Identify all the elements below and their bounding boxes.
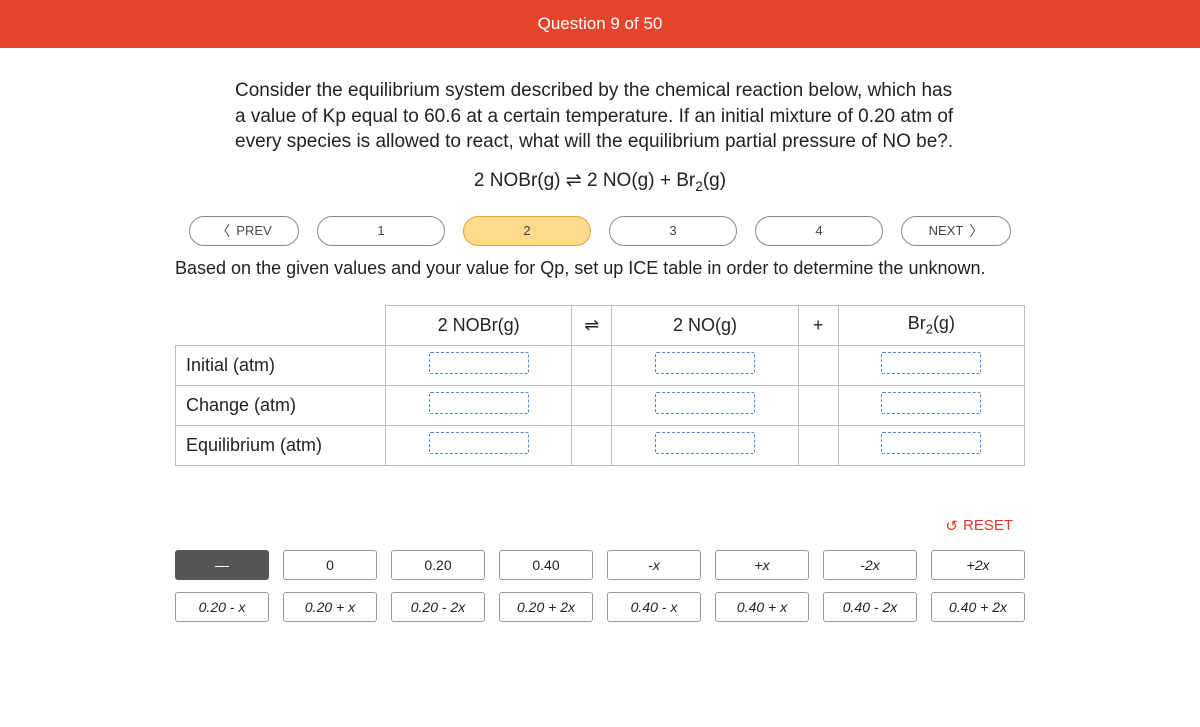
question-prompt: Consider the equilibrium system describe…	[175, 78, 1025, 155]
ice-spacer	[572, 345, 612, 385]
step-navigation: 〈 PREV 1 2 3 4 NEXT 〉	[175, 216, 1025, 246]
tile-minus-2x[interactable]: -2x	[823, 550, 917, 580]
drop-slot[interactable]	[429, 392, 529, 414]
ice-table: 2 NOBr(g) ⇌ 2 NO(g) + Br2(g) Initial (at…	[175, 305, 1025, 466]
ice-op-eq: ⇌	[572, 305, 612, 345]
eq-left: 2 NOBr(g)	[474, 170, 561, 191]
question-header: Question 9 of 50	[0, 0, 1200, 48]
ice-row-change-label: Change (atm)	[176, 385, 386, 425]
chevron-right-icon: 〉	[969, 221, 983, 241]
tile-0[interactable]: 0	[283, 550, 377, 580]
tile-020[interactable]: 0.20	[391, 550, 485, 580]
ice-spacer	[572, 385, 612, 425]
ice-row-equilibrium-label: Equilibrium (atm)	[176, 425, 386, 465]
tiles-row-1: — 0 0.20 0.40 -x +x -2x +2x	[175, 550, 1025, 580]
tile-040-plus-x[interactable]: 0.40 + x	[715, 592, 809, 622]
drop-slot[interactable]	[429, 432, 529, 454]
ice-cell[interactable]	[386, 425, 572, 465]
tiles-row-2: 0.20 - x 0.20 + x 0.20 - 2x 0.20 + 2x 0.…	[175, 592, 1025, 622]
tile-040[interactable]: 0.40	[499, 550, 593, 580]
reset-button[interactable]: ↺ RESET	[939, 516, 1019, 536]
ice-op-plus: +	[798, 305, 838, 345]
eq-right-b: (g)	[703, 170, 726, 191]
ice-corner	[176, 305, 386, 345]
ice-spacer	[798, 385, 838, 425]
content-area: Consider the equilibrium system describe…	[0, 48, 1200, 642]
eq-right-a: 2 NO(g) + Br	[587, 170, 695, 191]
tile-040-plus-2x[interactable]: 0.40 + 2x	[931, 592, 1025, 622]
ice-cell[interactable]	[838, 345, 1024, 385]
chevron-left-icon: 〈	[216, 221, 230, 241]
step-2[interactable]: 2	[463, 216, 591, 246]
tile-dash[interactable]: —	[175, 550, 269, 580]
ice-cell[interactable]	[386, 345, 572, 385]
ice-cell[interactable]	[612, 345, 798, 385]
reaction-equation: 2 NOBr(g) ⇌ 2 NO(g) + Br2(g)	[175, 169, 1025, 194]
ice-spacer	[798, 425, 838, 465]
drop-slot[interactable]	[429, 352, 529, 374]
tile-020-plus-2x[interactable]: 0.20 + 2x	[499, 592, 593, 622]
drop-slot[interactable]	[655, 352, 755, 374]
ice-col-nobr: 2 NOBr(g)	[386, 305, 572, 345]
drop-slot[interactable]	[881, 352, 981, 374]
step-instruction: Based on the given values and your value…	[175, 258, 1025, 279]
drop-slot[interactable]	[655, 392, 755, 414]
step-3[interactable]: 3	[609, 216, 737, 246]
tile-040-minus-x[interactable]: 0.40 - x	[607, 592, 701, 622]
ice-row-initial-label: Initial (atm)	[176, 345, 386, 385]
ice-spacer	[798, 345, 838, 385]
ice-cell[interactable]	[838, 425, 1024, 465]
drop-slot[interactable]	[881, 432, 981, 454]
prev-button[interactable]: 〈 PREV	[189, 216, 299, 246]
ice-cell[interactable]	[612, 425, 798, 465]
question-counter: Question 9 of 50	[538, 14, 663, 33]
step-1[interactable]: 1	[317, 216, 445, 246]
next-label: NEXT	[929, 223, 964, 238]
next-button[interactable]: NEXT 〉	[901, 216, 1011, 246]
prev-label: PREV	[236, 223, 271, 238]
tile-020-plus-x[interactable]: 0.20 + x	[283, 592, 377, 622]
reset-icon: ↺	[945, 517, 958, 535]
ice-col-br2: Br2(g)	[838, 305, 1024, 345]
tile-plus-x[interactable]: +x	[715, 550, 809, 580]
tile-020-minus-2x[interactable]: 0.20 - 2x	[391, 592, 485, 622]
drop-slot[interactable]	[881, 392, 981, 414]
answer-tiles-area: ↺ RESET — 0 0.20 0.40 -x +x -2x +2x 0.20…	[175, 516, 1025, 622]
tile-020-minus-x[interactable]: 0.20 - x	[175, 592, 269, 622]
ice-cell[interactable]	[386, 385, 572, 425]
tile-040-minus-2x[interactable]: 0.40 - 2x	[823, 592, 917, 622]
eq-sub: 2	[695, 179, 703, 194]
drop-slot[interactable]	[655, 432, 755, 454]
ice-cell[interactable]	[838, 385, 1024, 425]
ice-spacer	[572, 425, 612, 465]
eq-arrow: ⇌	[566, 170, 582, 191]
ice-col-no: 2 NO(g)	[612, 305, 798, 345]
reset-label: RESET	[963, 517, 1013, 534]
tile-minus-x[interactable]: -x	[607, 550, 701, 580]
step-4[interactable]: 4	[755, 216, 883, 246]
tile-plus-2x[interactable]: +2x	[931, 550, 1025, 580]
ice-cell[interactable]	[612, 385, 798, 425]
